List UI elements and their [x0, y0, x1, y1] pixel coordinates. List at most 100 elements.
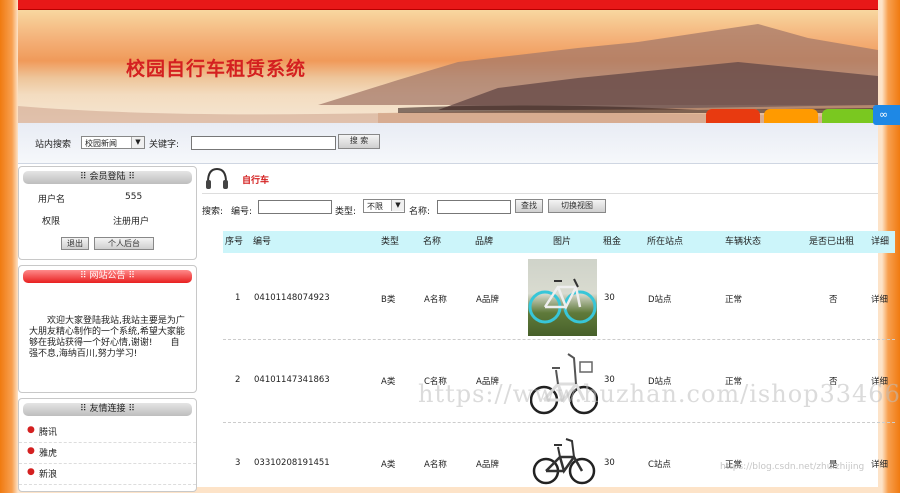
cell-name: A名称 [424, 295, 447, 305]
bike-photo[interactable] [530, 437, 598, 487]
cell-status: 正常 [725, 295, 743, 305]
cell-rent: 30 [604, 458, 615, 468]
top-nav[interactable] [18, 0, 878, 10]
grip-icon: ⠿ [125, 172, 135, 182]
col-image: 图片 [553, 237, 572, 247]
divider [202, 193, 878, 194]
link-item[interactable]: ● 雅虎 [19, 443, 196, 464]
table-header: 序号 编号 类型 名称 品牌 图片 租金 所在站点 车辆状态 是否已出租 详细 [223, 231, 895, 253]
nav-item[interactable] [58, 0, 61, 5]
cell-type: B类 [381, 295, 396, 305]
blog-watermark: https://blog.csdn.net/zhuizhijing [720, 462, 865, 472]
type-value: 不限 [367, 202, 383, 211]
site-search-label: 站内搜索 [35, 140, 72, 150]
member-panel-header: ⠿ 会员登陆 ⠿ [23, 171, 192, 184]
cell-brand: A品牌 [476, 460, 499, 470]
cell-type: A类 [381, 460, 396, 470]
table-row[interactable]: 1 04101148074923 B类 A名称 A品牌 30 D站点 正常 否 … [223, 253, 895, 340]
role-label: 权限 [42, 217, 61, 227]
role-value: 注册用户 [113, 217, 150, 227]
personal-backend-button[interactable]: 个人后台 [94, 237, 154, 250]
cell-brand: A品牌 [476, 295, 499, 305]
banner-tab-red[interactable] [706, 109, 760, 123]
headphones-icon [206, 167, 228, 189]
table-row[interactable]: 3 03310208191451 A类 A名称 A品牌 30 C站点 正常 是 … [223, 423, 895, 493]
floating-share-button[interactable]: ∞ [873, 105, 900, 125]
link-icon: ∞ [879, 108, 889, 121]
link-item[interactable]: ● 新浪 [19, 464, 196, 485]
watermark: https://www.huzhan.com/ishop33466 [418, 380, 900, 408]
section-title: 自行车 [242, 176, 270, 186]
header-banner: 校园自行车租赁系统 [18, 10, 878, 123]
bike-photo[interactable] [528, 259, 597, 336]
notice-panel: ⠿ 网站公告 ⠿ 欢迎大家登陆我站,我站主要是为广大朋友精心制作的一个系统,希望… [18, 265, 197, 393]
number-label: 编号: [231, 207, 253, 217]
col-brand: 品牌 [475, 237, 494, 247]
col-rent: 租金 [603, 237, 622, 247]
cell-site: D站点 [648, 295, 672, 305]
member-login-panel: ⠿ 会员登陆 ⠿ 用户名 555 权限 注册用户 退出 个人后台 [18, 166, 197, 260]
notice-panel-header: ⠿ 网站公告 ⠿ [23, 270, 192, 283]
col-type: 类型 [381, 237, 400, 247]
bullet-icon: ● [27, 425, 35, 435]
cell-index: 1 [235, 293, 241, 303]
col-index: 序号 [225, 237, 244, 247]
site-search-button[interactable]: 搜 索 [338, 134, 380, 149]
cell-index: 2 [235, 375, 241, 385]
link-label[interactable]: 雅虎 [39, 446, 57, 459]
notice-panel-title: 网站公告 [89, 271, 126, 281]
banner-tab-green[interactable] [822, 109, 876, 123]
cell-name: A名称 [424, 460, 447, 470]
detail-link[interactable]: 详细 [871, 458, 888, 470]
notice-text: 欢迎大家登陆我站,我站主要是为广大朋友精心制作的一个系统,希望大家能够在我站获得… [29, 316, 185, 359]
site-title: 校园自行车租赁系统 [126, 58, 307, 80]
username-value: 555 [125, 192, 143, 202]
keyword-label: 关键字: [149, 140, 180, 150]
cell-number: 04101148074923 [254, 293, 330, 303]
bicycle-icon [528, 278, 597, 324]
cell-rent: 30 [604, 293, 615, 303]
bicycle-icon [532, 438, 596, 485]
cell-number: 04101147341863 [254, 375, 330, 385]
name-input[interactable] [437, 200, 511, 214]
filter-search-label: 搜索: [202, 207, 224, 217]
switch-view-button[interactable]: 切换视图 [548, 199, 606, 213]
chevron-down-icon: ▼ [131, 137, 144, 148]
col-name: 名称 [423, 237, 442, 247]
links-panel-header: ⠿ 友情连接 ⠿ [23, 403, 192, 416]
name-label: 名称: [409, 207, 431, 217]
logout-button[interactable]: 退出 [61, 237, 89, 250]
search-category-select[interactable]: 校园新闻 ▼ [81, 136, 145, 149]
bullet-icon: ● [27, 446, 35, 456]
banner-tab-orange[interactable] [764, 109, 818, 123]
col-detail: 详细 [871, 237, 890, 247]
keyword-input[interactable] [191, 136, 336, 150]
col-site: 所在站点 [647, 237, 684, 247]
grip-icon: ⠿ [125, 404, 135, 414]
link-label[interactable]: 腾讯 [39, 425, 57, 438]
username-label: 用户名 [38, 195, 66, 205]
member-panel-title: 会员登陆 [89, 172, 126, 182]
link-item[interactable]: ● 腾讯 [19, 422, 196, 443]
number-input[interactable] [258, 200, 332, 214]
find-button[interactable]: 查找 [515, 199, 543, 213]
link-label[interactable]: 新浪 [39, 467, 57, 480]
bullet-icon: ● [27, 467, 35, 477]
cell-index: 3 [235, 458, 241, 468]
links-panel-title: 友情连接 [89, 404, 126, 414]
type-label: 类型: [335, 207, 357, 217]
links-list: ● 腾讯 ● 雅虎 ● 新浪 [19, 422, 196, 485]
search-category-value: 校园新闻 [85, 139, 117, 148]
col-number: 编号 [253, 237, 272, 247]
detail-link[interactable]: 详细 [871, 293, 888, 305]
col-rented: 是否已出租 [809, 237, 855, 247]
cell-number: 03310208191451 [254, 458, 330, 468]
cell-type: A类 [381, 377, 396, 387]
grip-icon: ⠿ [125, 271, 135, 281]
friend-links-panel: ⠿ 友情连接 ⠿ ● 腾讯 ● 雅虎 ● 新浪 [18, 398, 197, 492]
chevron-down-icon: ▼ [391, 200, 404, 211]
page: 校园自行车租赁系统 站内搜索 校园新闻 ▼ 关键字: 搜 索 ⠿ 会员登陆 ⠿ … [18, 0, 895, 492]
site-search-bar: 站内搜索 校园新闻 ▼ 关键字: 搜 索 [18, 123, 878, 164]
col-status: 车辆状态 [725, 237, 762, 247]
type-select[interactable]: 不限 ▼ [363, 199, 405, 213]
